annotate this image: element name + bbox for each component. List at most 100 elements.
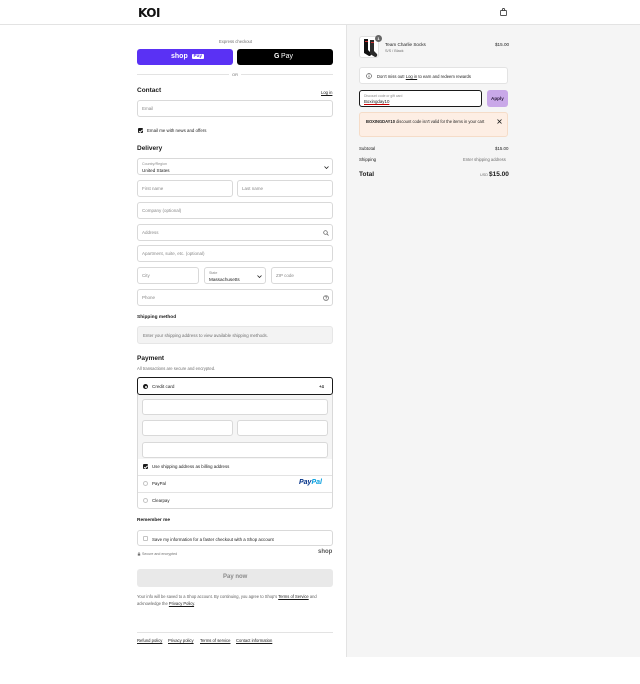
secure-label: Secure and encrypted xyxy=(142,552,178,556)
total-currency: USD xyxy=(480,173,489,177)
store-logo[interactable]: KOI xyxy=(138,6,160,20)
state-label: State xyxy=(209,270,218,275)
phone-placeholder: Phone xyxy=(142,295,156,300)
footer-contact-information[interactable]: Contact information xyxy=(236,638,272,643)
shop-pay-button[interactable]: shop Pay xyxy=(137,49,233,65)
billing-address-checkbox[interactable] xyxy=(143,464,148,469)
paypal-logo: PayPal xyxy=(299,479,322,486)
card-expiry-field[interactable] xyxy=(142,420,233,436)
save-info-checkbox[interactable] xyxy=(143,536,148,541)
email-placeholder: Email xyxy=(142,106,154,111)
shipping-notice-text: Enter your shipping address to view avai… xyxy=(143,333,268,338)
apartment-placeholder: Apartment, suite, etc. (optional) xyxy=(142,251,205,256)
discount-code-label: Discount code or gift card xyxy=(364,93,403,98)
discount-error-text: BOXINGDAY10 discount code isn't valid fo… xyxy=(366,119,485,124)
product-variant: S/S / Black xyxy=(385,49,404,53)
pay-now-button[interactable]: Pay now xyxy=(137,569,333,587)
phone-field[interactable]: Phone xyxy=(137,289,333,306)
shop-logo: shop xyxy=(318,549,333,555)
close-icon[interactable] xyxy=(497,119,502,124)
shop-terms-text: Your info will be saved to a Shop accoun… xyxy=(137,594,317,606)
save-info-label: Save my information for a faster checkou… xyxy=(152,536,274,542)
clearpay-radio[interactable] xyxy=(143,498,148,503)
apply-label: Apply xyxy=(491,96,504,101)
zip-field[interactable]: ZIP code xyxy=(271,267,333,284)
divider-right xyxy=(241,74,333,75)
help-circle-icon[interactable] xyxy=(323,295,329,301)
discount-code-field[interactable]: Discount code or gift card Boxingday10 xyxy=(359,90,482,107)
country-value: United States xyxy=(142,167,170,173)
shipping-value: Enter shipping address xyxy=(463,157,506,162)
last-name-placeholder: Last name xyxy=(242,186,264,191)
shop-pay-badge: Pay xyxy=(192,53,204,59)
clearpay-label[interactable]: Clearpay xyxy=(152,498,170,503)
country-label: Country/Region xyxy=(142,161,167,166)
divider-left xyxy=(137,74,229,75)
credit-card-label: Credit card xyxy=(152,384,175,389)
product-price: $15.00 xyxy=(495,42,510,47)
newsletter-checkbox[interactable] xyxy=(138,128,143,133)
lock-icon xyxy=(137,552,141,556)
address-field[interactable]: Address xyxy=(137,224,333,241)
card-name-field[interactable] xyxy=(142,442,328,458)
login-link[interactable]: Log in xyxy=(321,90,332,95)
chevron-down-icon xyxy=(324,166,329,169)
company-field[interactable]: Company (optional) xyxy=(137,202,333,219)
shipping-method-notice: Enter your shipping address to view avai… xyxy=(137,326,333,344)
footer-divider xyxy=(137,632,333,633)
paypal-radio[interactable] xyxy=(143,481,148,486)
first-name-field[interactable]: First name xyxy=(137,180,233,197)
divider xyxy=(138,475,332,476)
rewards-text: Don't miss out! Log in to earn and redee… xyxy=(377,74,471,79)
quantity-badge: 1 xyxy=(375,35,382,42)
credit-card-radio[interactable] xyxy=(143,384,148,389)
email-field[interactable]: Email xyxy=(137,100,333,117)
subtotal-value: $15.00 xyxy=(495,146,509,151)
shopping-bag-icon[interactable] xyxy=(500,8,507,16)
google-g-icon: G xyxy=(274,52,280,60)
express-checkout-title: Express checkout xyxy=(219,39,253,44)
footer-refund-policy[interactable]: Refund policy xyxy=(137,638,162,643)
country-select[interactable]: Country/Region United States xyxy=(137,158,333,175)
zip-placeholder: ZIP code xyxy=(276,273,294,278)
shop-pay-label: shop xyxy=(171,52,188,60)
state-value: Massachusetts xyxy=(209,276,240,282)
contact-heading: Contact xyxy=(137,87,162,94)
credit-card-option[interactable]: Credit card +4 xyxy=(137,377,333,395)
card-cvv-field[interactable] xyxy=(237,420,328,436)
discount-error-banner: BOXINGDAY10 discount code isn't valid fo… xyxy=(359,112,508,137)
apartment-field[interactable]: Apartment, suite, etc. (optional) xyxy=(137,245,333,262)
divider xyxy=(138,492,332,493)
rewards-login-link[interactable]: Log in xyxy=(406,74,417,79)
last-name-field[interactable]: Last name xyxy=(237,180,333,197)
more-cards-badge: +4 xyxy=(319,384,324,389)
google-pay-button[interactable]: G Pay xyxy=(237,49,333,65)
search-icon xyxy=(323,230,329,236)
terms-of-service-link[interactable]: Terms of Service xyxy=(278,594,308,599)
address-placeholder: Address xyxy=(142,230,159,235)
gpay-label: Pay xyxy=(281,52,294,60)
info-icon xyxy=(366,73,372,79)
first-name-placeholder: First name xyxy=(142,186,164,191)
newsletter-label: Email me with news and offers xyxy=(147,128,207,133)
apply-discount-button[interactable]: Apply xyxy=(487,90,508,107)
chevron-down-icon xyxy=(257,275,262,278)
paypal-label[interactable]: PayPal xyxy=(152,481,166,486)
product-name: Team Charlie Socks xyxy=(385,42,426,47)
privacy-policy-link[interactable]: Privacy Policy xyxy=(169,601,194,606)
footer-terms-of-service[interactable]: Terms of service xyxy=(200,638,230,643)
billing-address-label: Use shipping address as billing address xyxy=(152,464,230,469)
company-placeholder: Company (optional) xyxy=(142,208,182,213)
payment-subtitle: All transactions are secure and encrypte… xyxy=(137,366,216,371)
shipping-label: Shipping xyxy=(359,157,377,162)
discount-code-value: Boxingday10 xyxy=(364,99,390,104)
or-label: OR xyxy=(232,72,238,77)
pay-now-label: Pay now xyxy=(223,574,248,580)
save-info-option[interactable]: Save my information for a faster checkou… xyxy=(137,530,333,546)
delivery-heading: Delivery xyxy=(137,145,163,152)
total-label: Total xyxy=(359,171,375,178)
state-select[interactable]: State Massachusetts xyxy=(204,267,266,284)
footer-privacy-policy[interactable]: Privacy policy xyxy=(168,638,194,643)
city-field[interactable]: City xyxy=(137,267,199,284)
card-number-field[interactable] xyxy=(142,399,328,415)
